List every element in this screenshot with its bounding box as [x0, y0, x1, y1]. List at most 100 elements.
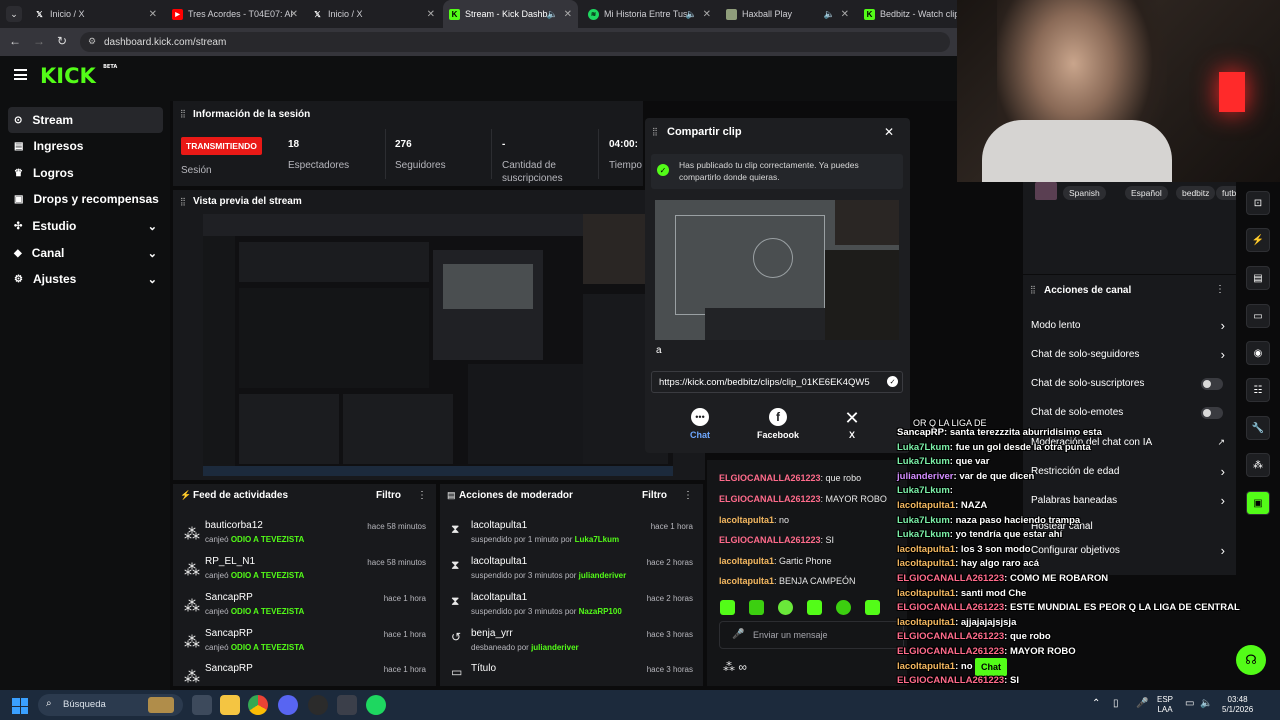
windows-start-icon[interactable]: [12, 698, 28, 714]
tab-list-dropdown-icon[interactable]: ⌄: [6, 6, 22, 22]
chat-username[interactable]: ELGIOCANALLA261223: [719, 494, 821, 504]
activity-user[interactable]: SancapRP: [205, 663, 253, 674]
emote-icon[interactable]: [836, 600, 851, 615]
site-info-icon[interactable]: ⚙: [88, 36, 96, 47]
more-options-icon[interactable]: ⋮: [1215, 284, 1225, 295]
action-configure-goals[interactable]: Configurar objetivos ›: [1031, 543, 1231, 558]
send-chat-button[interactable]: Chat: [975, 658, 1007, 676]
menu-icon[interactable]: [14, 69, 27, 80]
browser-tab[interactable]: ▶ Tres Acordes - T04E07: Al ✕: [166, 0, 304, 28]
action-age-restriction[interactable]: Restricción de edad ›: [1031, 464, 1231, 479]
more-options-icon[interactable]: ⋮: [417, 490, 427, 501]
tool-focus-icon[interactable]: ⊡: [1246, 191, 1270, 215]
sidebar-item-drops[interactable]: ▣ Drops y recompensas: [8, 186, 163, 212]
close-icon[interactable]: ✕: [841, 9, 849, 20]
emote-icon[interactable]: [720, 600, 735, 615]
close-icon[interactable]: ✕: [290, 9, 298, 20]
mod-by-user[interactable]: julianderiver: [579, 571, 627, 580]
file-explorer-icon[interactable]: [220, 695, 240, 715]
avatar[interactable]: [1035, 182, 1057, 200]
chat-settings-icon[interactable]: ⁂ ∞: [723, 660, 747, 674]
emotes-only-toggle[interactable]: [1201, 407, 1223, 419]
taskbar-search[interactable]: ⌕ Búsqueda: [38, 694, 183, 716]
chat-username[interactable]: lacoltapulta1: [719, 576, 774, 586]
chat-username[interactable]: lacoltapulta1: [719, 515, 774, 525]
activity-filter-button[interactable]: Filtro: [376, 490, 401, 501]
back-icon[interactable]: ←: [9, 34, 21, 48]
tool-document-icon[interactable]: ▤: [1246, 266, 1270, 290]
activity-user[interactable]: RP_EL_N1: [205, 556, 255, 567]
drag-handle-icon[interactable]: ⣿: [180, 197, 186, 206]
share-facebook-button[interactable]: f Facebook: [753, 408, 803, 448]
url-input[interactable]: ⚙ dashboard.kick.com/stream: [80, 32, 950, 52]
close-icon[interactable]: ✕: [427, 9, 435, 20]
emote-icon[interactable]: [749, 600, 764, 615]
browser-tab[interactable]: 𝕏 Inicio / X ✕: [306, 0, 441, 28]
tool-wrench-icon[interactable]: 🔧: [1246, 416, 1270, 440]
mod-by-user[interactable]: Luka7Lkum: [575, 535, 619, 544]
activity-user[interactable]: bauticorba12: [205, 520, 263, 531]
mod-target-user[interactable]: lacoltapulta1: [471, 520, 527, 531]
chat-username[interactable]: lacoltapulta1: [719, 556, 774, 566]
action-subscribers-only[interactable]: Chat de solo-suscriptores: [1031, 378, 1231, 390]
clip-thumbnail[interactable]: [655, 200, 899, 340]
kick-logo[interactable]: KICK BETA: [40, 64, 117, 88]
action-banned-words[interactable]: Palabras baneadas ›: [1031, 493, 1231, 508]
browser-tab[interactable]: K Bedbitz - Watch clips c: [858, 0, 958, 28]
discord-icon[interactable]: [278, 695, 298, 715]
browser-tab[interactable]: Haxball Play 🔈 ✕: [720, 0, 855, 28]
close-icon[interactable]: ✕: [564, 9, 572, 20]
mod-target-user[interactable]: benja_yrr: [471, 628, 513, 639]
mod-target-user[interactable]: lacoltapulta1: [471, 592, 527, 603]
sidebar-item-ingresos[interactable]: ▤ Ingresos: [8, 133, 163, 159]
tool-chat-icon[interactable]: ▭: [1246, 304, 1270, 328]
share-chat-button[interactable]: ••• Chat: [685, 408, 715, 448]
tool-redeem-icon[interactable]: ⁂: [1246, 453, 1270, 477]
support-icon[interactable]: ☊: [1236, 645, 1266, 675]
forward-icon[interactable]: →: [33, 34, 45, 48]
chat-input[interactable]: 🎤 Enviar un mensaje: [719, 621, 904, 649]
drag-handle-icon[interactable]: ⣿: [1030, 285, 1036, 294]
tool-kick-icon[interactable]: ▣: [1246, 491, 1270, 515]
tool-lightning-icon[interactable]: ⚡: [1246, 228, 1270, 252]
mod-target-user[interactable]: lacoltapulta1: [471, 556, 527, 567]
chrome-icon[interactable]: [248, 695, 268, 715]
tool-list-icon[interactable]: ☷: [1246, 378, 1270, 402]
tool-broadcast-icon[interactable]: ◉: [1246, 341, 1270, 365]
network-icon[interactable]: ▭: [1185, 698, 1194, 709]
moderator-filter-button[interactable]: Filtro: [642, 490, 667, 501]
sidebar-item-ajustes[interactable]: ⚙ Ajustes ⌄: [8, 266, 163, 292]
subscribers-only-toggle[interactable]: [1201, 378, 1223, 390]
sidebar-item-estudio[interactable]: ✣ Estudio ⌄: [8, 213, 163, 239]
obs-icon[interactable]: [308, 695, 328, 715]
drag-handle-icon[interactable]: ⣿: [180, 109, 186, 118]
mod-by-user[interactable]: julianderiver: [531, 643, 579, 652]
activity-user[interactable]: SancapRP: [205, 628, 253, 639]
action-slow-mode[interactable]: Modo lento ›: [1031, 318, 1231, 333]
tray-chevron-icon[interactable]: ⌃: [1092, 698, 1100, 709]
copy-check-icon[interactable]: ✓: [887, 376, 898, 387]
tag-chip[interactable]: Spanish: [1063, 186, 1106, 200]
app-icon[interactable]: [337, 695, 357, 715]
reload-icon[interactable]: ↻: [57, 34, 67, 48]
volume-icon[interactable]: 🔈: [1200, 698, 1212, 709]
clip-link-field[interactable]: https://kick.com/bedbitz/clips/clip_01KE…: [651, 371, 903, 393]
emote-icon[interactable]: [807, 600, 822, 615]
tray-usb-icon[interactable]: ▯: [1113, 698, 1119, 709]
emote-icon[interactable]: [778, 600, 793, 615]
spotify-icon[interactable]: [366, 695, 386, 715]
action-followers-only[interactable]: Chat de solo-seguidores ›: [1031, 347, 1231, 362]
speaker-icon[interactable]: 🔈: [824, 9, 835, 20]
stream-preview-video[interactable]: [203, 214, 673, 476]
tag-chip[interactable]: bedbitz: [1176, 186, 1216, 200]
browser-tab[interactable]: ≋ Mi Historia Entre Tus 🔈 ✕: [582, 0, 717, 28]
chat-username[interactable]: ELGIOCANALLA261223: [719, 473, 821, 483]
close-icon[interactable]: ✕: [884, 125, 894, 139]
store-icon[interactable]: [192, 695, 212, 715]
tag-chip[interactable]: Español: [1125, 186, 1168, 200]
close-icon[interactable]: ✕: [703, 9, 711, 20]
drag-handle-icon[interactable]: ⣿: [652, 127, 658, 136]
mod-by-user[interactable]: NazaRP100: [579, 607, 622, 616]
close-icon[interactable]: ✕: [149, 9, 157, 20]
sidebar-item-canal[interactable]: ◆ Canal ⌄: [8, 240, 163, 266]
